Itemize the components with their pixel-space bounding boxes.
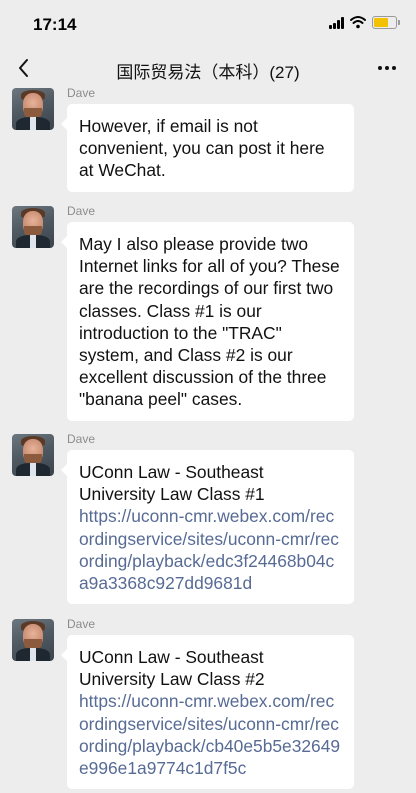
avatar[interactable] [12, 206, 54, 248]
chevron-left-icon[interactable] [12, 53, 42, 83]
message-link[interactable]: https://uconn-cmr.webex.com/recordingser… [79, 505, 342, 594]
link-title: UConn Law - Southeast University Law Cla… [79, 647, 265, 690]
more-dots-icon[interactable] [372, 59, 402, 77]
nav-bar: 国际贸易法（本科）(27) [0, 50, 416, 86]
avatar[interactable] [12, 619, 54, 661]
message-list[interactable]: Dave However, if email is not convenient… [0, 86, 416, 793]
signal-icon [329, 17, 345, 29]
message-bubble[interactable]: UConn Law - Southeast University Law Cla… [61, 450, 354, 605]
wifi-icon [350, 16, 366, 29]
battery-icon [372, 16, 400, 29]
link-title: UConn Law - Southeast University Law Cla… [79, 462, 265, 505]
sender-name: Dave [67, 86, 96, 100]
sender-name: Dave [67, 617, 96, 631]
sender-name: Dave [67, 204, 96, 218]
message-bubble[interactable]: UConn Law - Southeast University Law Cla… [61, 635, 354, 790]
message-bubble[interactable]: May I also please provide two Internet l… [61, 222, 354, 421]
message-text: May I also please provide two Internet l… [79, 234, 340, 410]
chat-title: 国际贸易法（本科）(27) [116, 63, 300, 82]
battery-level [374, 18, 388, 27]
wechat-chat-screen: 17:14 国际贸易法（本科）(27) Dave However, if ema… [0, 0, 416, 793]
sender-name: Dave [67, 432, 96, 446]
avatar[interactable] [12, 88, 54, 130]
status-bar: 17:14 [0, 0, 416, 50]
message-bubble[interactable]: However, if email is not convenient, you… [61, 104, 354, 192]
message-link[interactable]: https://uconn-cmr.webex.com/recordingser… [79, 690, 342, 779]
avatar[interactable] [12, 434, 54, 476]
message-text: However, if email is not convenient, you… [79, 116, 325, 181]
status-time: 17:14 [33, 15, 77, 34]
